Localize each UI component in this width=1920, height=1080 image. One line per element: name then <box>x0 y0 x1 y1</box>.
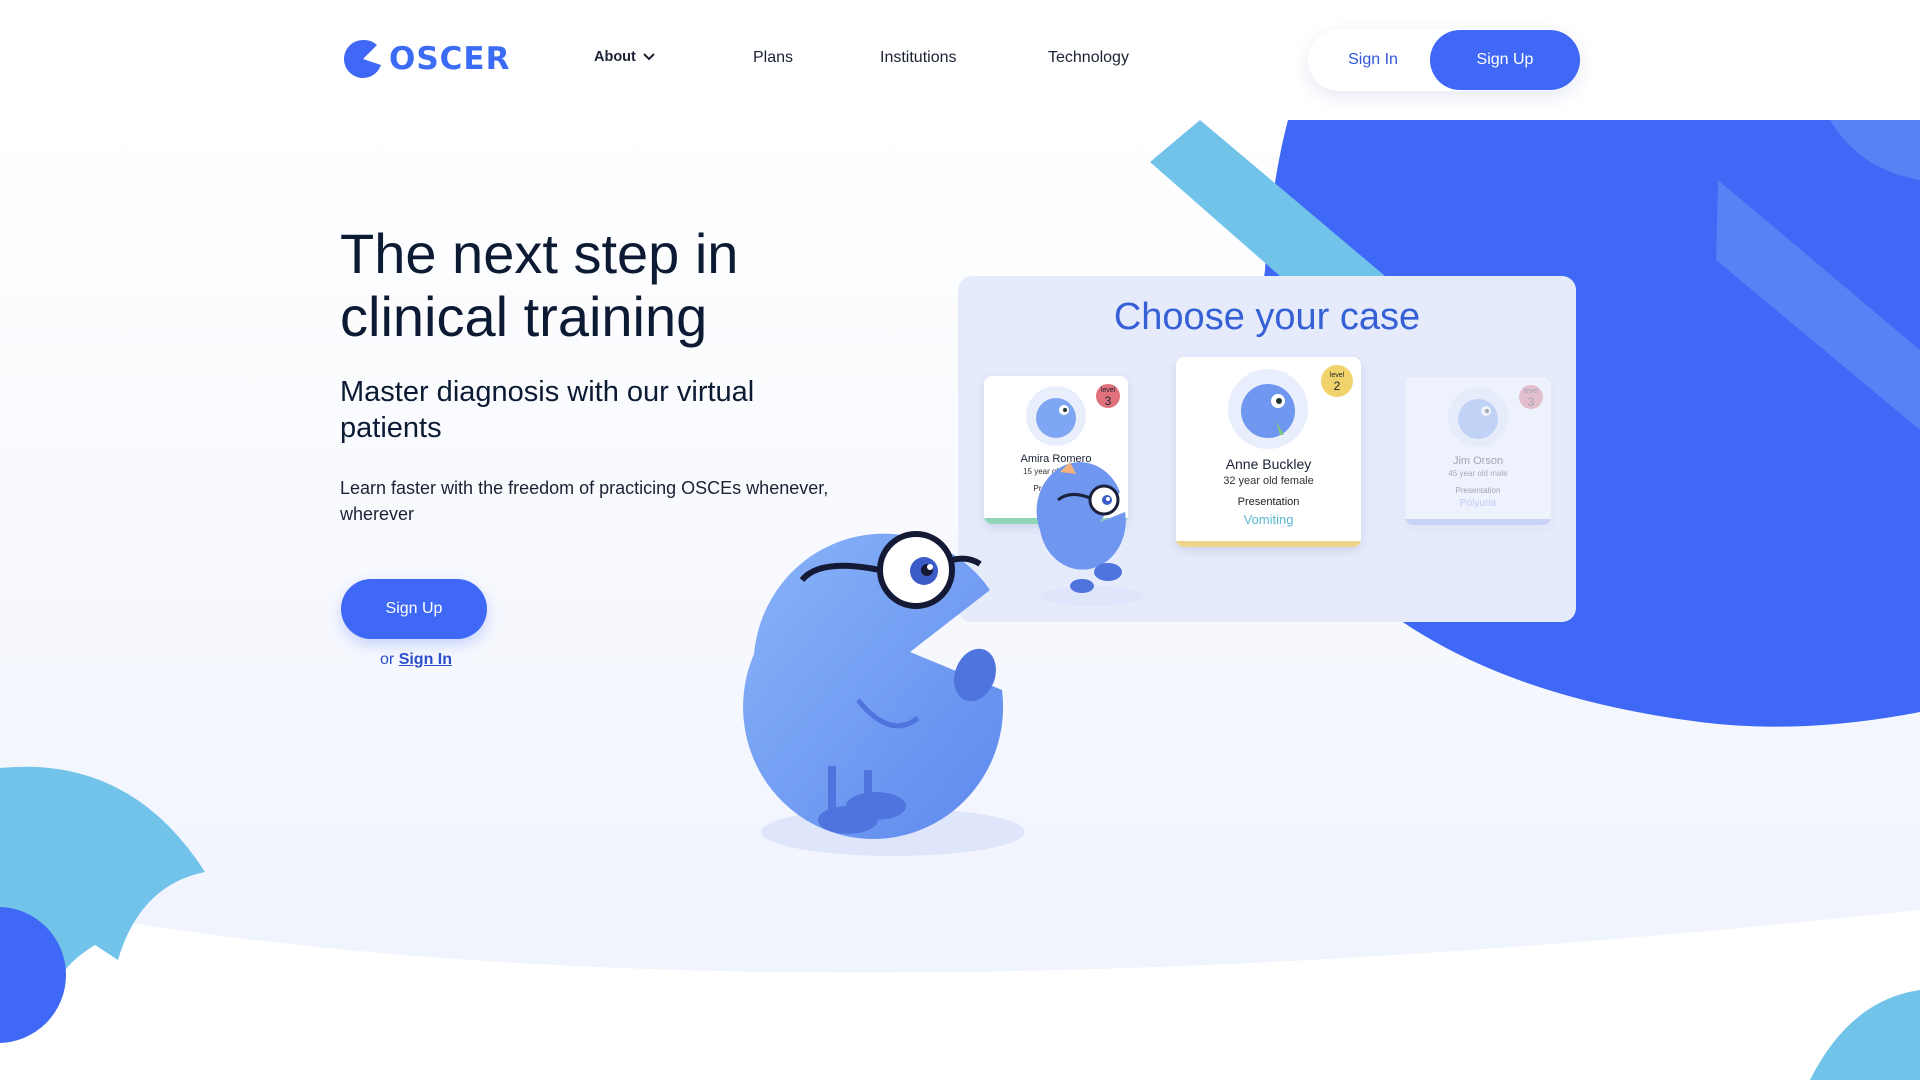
nav-about-label: About <box>594 49 636 65</box>
hero-signin-link[interactable]: Sign In <box>399 651 452 668</box>
patient-avatar-icon <box>1241 384 1295 438</box>
case-card-jim-orson[interactable]: level 3 Jim Orson 45 year old male Prese… <box>1405 377 1551 525</box>
hero-title: The next step in clinical training <box>340 222 900 348</box>
level-value: 3 <box>1104 394 1112 408</box>
patient-avatar <box>1026 386 1086 446</box>
small-mascot-illustration <box>1036 462 1144 606</box>
nav-institutions[interactable]: Institutions <box>880 49 956 67</box>
presentation-label: Presentation <box>1455 486 1501 495</box>
patient-avatar-icon <box>1458 399 1498 439</box>
or-text: or <box>380 651 395 668</box>
hero-title-line2: clinical training <box>340 285 708 348</box>
patient-name: Jim Orson <box>1452 455 1504 467</box>
oscer-logo-icon <box>343 39 381 78</box>
level-badge: level 3 <box>1519 385 1543 409</box>
level-value: 3 <box>1527 395 1535 409</box>
nav-technology[interactable]: Technology <box>1048 49 1129 67</box>
level-value: 2 <box>1333 379 1341 393</box>
presentation-value: Polyuria <box>1459 498 1497 509</box>
top-navigation <box>0 0 1920 120</box>
logo-text: OSCER <box>389 41 511 77</box>
hero-signup-button[interactable]: Sign Up <box>341 579 487 639</box>
nav-signup-button[interactable]: Sign Up <box>1430 30 1580 90</box>
hero-subtitle: Master diagnosis with our virtual patien… <box>340 376 755 444</box>
patient-avatar-icon <box>1036 398 1076 438</box>
patient-age-sex: 45 year old male <box>1448 469 1508 478</box>
oscer-logo[interactable]: OSCER <box>343 38 510 80</box>
mascot-illustration <box>743 531 1025 856</box>
presentation-label: Presentation <box>1237 496 1300 508</box>
case-card-anne-buckley[interactable]: level 2 Anne Buckley 32 year old female … <box>1176 357 1361 547</box>
case-panel-title: Choose your case <box>1113 296 1421 338</box>
level-badge: level 2 <box>1321 365 1353 397</box>
patient-name: Anne Buckley <box>1225 456 1312 472</box>
card-strip <box>1405 519 1551 525</box>
nav-about[interactable]: About <box>594 49 656 65</box>
nav-plans[interactable]: Plans <box>753 49 793 67</box>
hero-title-line1: The next step in <box>340 222 739 285</box>
presentation-value: Vomiting <box>1243 512 1294 527</box>
or-signin-text: or Sign In <box>380 651 452 669</box>
patient-age-sex: 32 year old female <box>1223 475 1314 487</box>
patient-avatar <box>1228 369 1308 449</box>
nav-signin-button[interactable]: Sign In <box>1308 29 1438 91</box>
level-badge: level 3 <box>1096 384 1120 408</box>
card-strip <box>1176 541 1361 547</box>
patient-avatar <box>1448 387 1508 447</box>
chevron-down-icon <box>643 53 655 61</box>
